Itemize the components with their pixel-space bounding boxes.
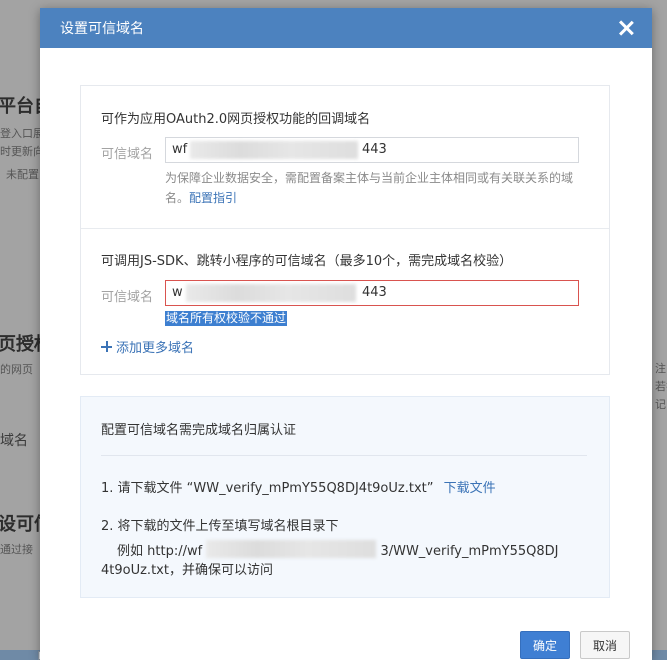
oauth-section-title: 可作为应用OAuth2.0网页授权功能的回调域名 <box>101 112 371 127</box>
domain-verify-error: 域名所有权校验不通过 <box>165 311 288 326</box>
verify-example-line-2: 4t9oUz.txt，并确保可以访问 <box>101 563 273 578</box>
oauth-input-suffix: 443 <box>362 142 387 157</box>
domain-verify-card: 配置可信域名需完成域名归属认证 1. 请下载文件 “WW_verify_mPmY… <box>80 396 610 598</box>
oauth-field-label: 可信域名 <box>101 147 154 162</box>
add-more-domains-button[interactable]: 添加更多域名 <box>101 337 194 356</box>
bg-text-5: 域名 <box>0 433 28 449</box>
download-file-link[interactable]: 下载文件 <box>444 481 496 496</box>
redacted-domain-3 <box>206 540 377 558</box>
verify-step-1: 1. 请下载文件 “WW_verify_mPmY55Q8DJ4t9oUz.txt… <box>101 477 496 496</box>
divider <box>101 455 587 456</box>
plus-icon <box>101 341 112 352</box>
confirm-button[interactable]: 确定 <box>520 631 570 659</box>
bg-text-2: 时更新向 <box>0 145 44 158</box>
trusted-domain-dialog: 设置可信域名 可作为应用OAuth2.0网页授权功能的回调域名 可信域名 wf … <box>40 8 652 660</box>
config-guide-link[interactable]: 配置指引 <box>189 191 237 205</box>
domain-config-card: 可作为应用OAuth2.0网页授权功能的回调域名 可信域名 wf 443 为保障… <box>80 85 610 375</box>
dialog-header: 设置可信域名 <box>40 8 652 48</box>
jssdk-domain-section: 可调用JS-SDK、跳转小程序的可信域名（最多10个，需完成域名校验） 可信域名… <box>81 228 609 374</box>
cancel-button[interactable]: 取消 <box>580 631 630 659</box>
oauth-hint: 为保障企业数据安全，需配置备案主体与当前企业主体相同或有关联关系的域名。配置指引 <box>165 168 595 208</box>
bg-right-text-3: 记 <box>655 398 666 411</box>
bg-right-text-2: 若打 <box>655 380 667 393</box>
close-icon[interactable] <box>618 20 634 36</box>
redacted-domain-2 <box>186 284 356 302</box>
bg-text-4: 的网页 <box>0 363 33 376</box>
example-suffix: 3/WW_verify_mPmY55Q8DJ <box>380 544 559 559</box>
jssdk-domain-input[interactable]: w 443 <box>165 280 579 306</box>
step1-text: 1. 请下载文件 “WW_verify_mPmY55Q8DJ4t9oUz.txt… <box>101 481 434 496</box>
verify-example-line: 例如 http://wf 3/WW_verify_mPmY55Q8DJ <box>117 537 559 559</box>
example-prefix: 例如 http://wf <box>117 544 203 559</box>
jssdk-section-title: 可调用JS-SDK、跳转小程序的可信域名（最多10个，需完成域名校验） <box>101 254 513 269</box>
oauth-domain-section: 可作为应用OAuth2.0网页授权功能的回调域名 可信域名 wf 443 为保障… <box>81 86 609 228</box>
oauth-domain-input[interactable]: wf 443 <box>165 137 579 163</box>
redacted-domain <box>190 141 358 159</box>
verify-step-2: 2. 将下载的文件上传至填写域名根目录下 <box>101 519 339 534</box>
jssdk-field-label: 可信域名 <box>101 290 154 305</box>
bg-text-3: 未配置 <box>6 168 39 181</box>
oauth-input-prefix: wf <box>172 142 188 157</box>
verify-title: 配置可信域名需完成域名归属认证 <box>101 423 297 438</box>
bg-text-6: 通过接 <box>0 543 33 556</box>
add-more-label: 添加更多域名 <box>116 341 195 356</box>
bg-right-text-1: 注 <box>655 362 666 375</box>
jssdk-input-prefix: w <box>172 285 183 300</box>
bg-text-1: 登入口展 <box>0 127 44 140</box>
jssdk-input-suffix: 443 <box>362 285 387 300</box>
dialog-title: 设置可信域名 <box>60 21 144 37</box>
